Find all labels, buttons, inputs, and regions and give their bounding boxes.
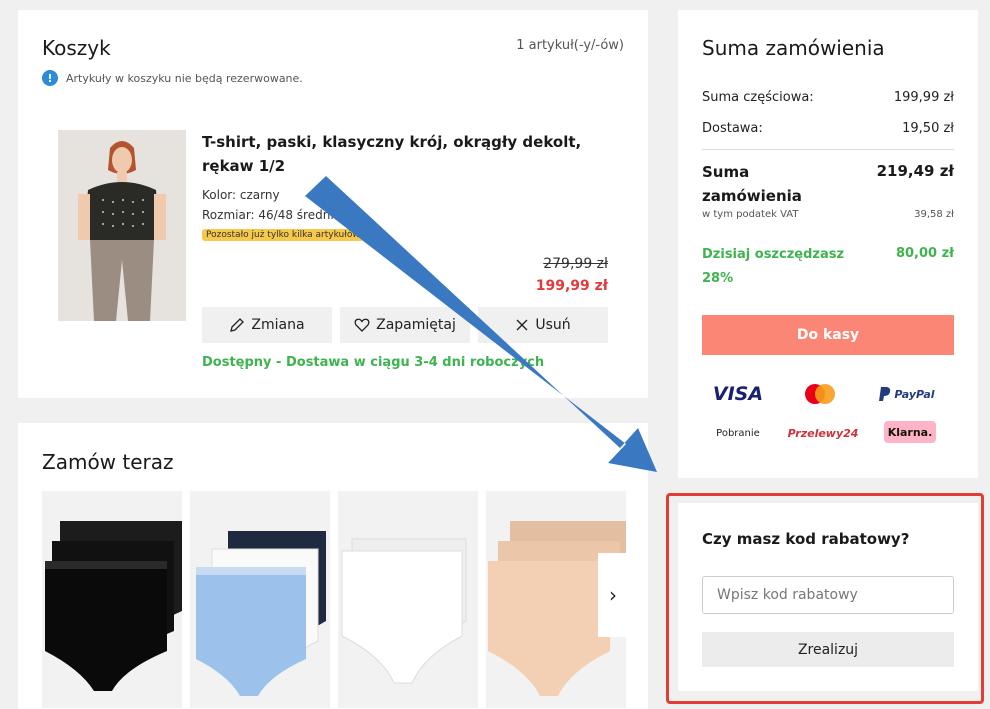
order-now-title: Zamów teraz	[42, 450, 174, 474]
savings-value: 80,00 zł	[895, 246, 954, 261]
product-name[interactable]: T-shirt, paski, klasyczny krój, okrągły …	[202, 130, 622, 178]
change-label: Zmiana	[251, 317, 305, 333]
summary-title: Suma zamówienia	[702, 36, 885, 60]
paypal-icon	[879, 387, 891, 401]
shipping-label: Dostawa:	[702, 121, 763, 136]
recommended-product-tile[interactable]	[190, 491, 330, 708]
product-color: Kolor: czarny	[202, 188, 280, 202]
cart-item-count: 1 artykuł(-y/-ów)	[516, 38, 624, 53]
divider	[702, 149, 954, 150]
mastercard-icon	[802, 382, 838, 406]
chevron-right-icon: ›	[609, 583, 617, 607]
cart-note: ! Artykuły w koszyku nie będą rezerwowan…	[42, 70, 303, 86]
availability-text: Dostępny - Dostawa w ciągu 3-4 dni roboc…	[202, 355, 545, 370]
order-summary-card: Suma zamówienia Suma częściowa: 199,99 z…	[678, 10, 978, 478]
heart-icon	[354, 318, 370, 332]
pencil-icon	[230, 318, 245, 332]
product-size: Rozmiar: 46/48 średni	[202, 208, 334, 222]
vat-row: w tym podatek VAT 39,58 zł	[702, 209, 954, 220]
subtotal-label: Suma częściowa:	[702, 90, 814, 105]
total-value: 219,49 zł	[876, 162, 954, 180]
discount-code-input[interactable]	[702, 576, 954, 614]
shipping-value: 19,50 zł	[902, 121, 954, 136]
discount-card: Czy masz kod rabatowy? Zrealizuj	[678, 503, 978, 691]
cart-title: Koszyk	[42, 36, 111, 60]
save-for-later-button[interactable]: Zapamiętaj	[340, 307, 470, 343]
discount-title: Czy masz kod rabatowy?	[702, 530, 910, 548]
save-label: Zapamiętaj	[376, 317, 456, 333]
cart-card: Koszyk 1 artykuł(-y/-ów) ! Artykuły w ko…	[18, 10, 648, 398]
close-icon	[516, 319, 528, 331]
remove-label: Usuń	[535, 317, 571, 333]
info-icon: !	[42, 70, 58, 86]
savings-label: Dzisiaj oszczędzasz 28%	[702, 247, 845, 286]
total-label: Suma zamówienia	[702, 163, 802, 205]
vat-value: 39,58 zł	[914, 209, 954, 220]
shipping-row: Dostawa: 19,50 zł	[702, 121, 954, 136]
product-image[interactable]	[58, 130, 186, 321]
change-button[interactable]: Zmiana	[202, 307, 332, 343]
klarna-logo: Klarna.	[884, 421, 936, 443]
old-price: 279,99 zł	[543, 256, 608, 272]
current-price: 199,99 zł	[535, 278, 608, 294]
paypal-text: PayPal	[894, 387, 935, 401]
remove-button[interactable]: Usuń	[478, 307, 608, 343]
checkout-button[interactable]: Do kasy	[702, 315, 954, 355]
redeem-button[interactable]: Zrealizuj	[702, 632, 954, 667]
paypal-logo: PayPal	[874, 382, 940, 406]
cart-note-text: Artykuły w koszyku nie będą rezerwowane.	[66, 71, 303, 85]
vat-label: w tym podatek VAT	[702, 209, 799, 220]
subtotal-row: Suma częściowa: 199,99 zł	[702, 90, 954, 105]
visa-logo: VISA	[712, 383, 764, 405]
carousel-next-button[interactable]: ›	[598, 553, 628, 637]
przelewy24-logo: Przelewy24	[787, 426, 859, 440]
subtotal-value: 199,99 zł	[893, 90, 954, 105]
order-now-card: Zamów teraz ›	[18, 423, 648, 709]
recommended-product-tile[interactable]	[338, 491, 478, 708]
low-stock-badge: Pozostało już tylko kilka artykułów	[202, 229, 364, 241]
recommended-product-tile[interactable]	[42, 491, 182, 708]
cash-on-delivery-label: Pobranie	[716, 427, 760, 439]
